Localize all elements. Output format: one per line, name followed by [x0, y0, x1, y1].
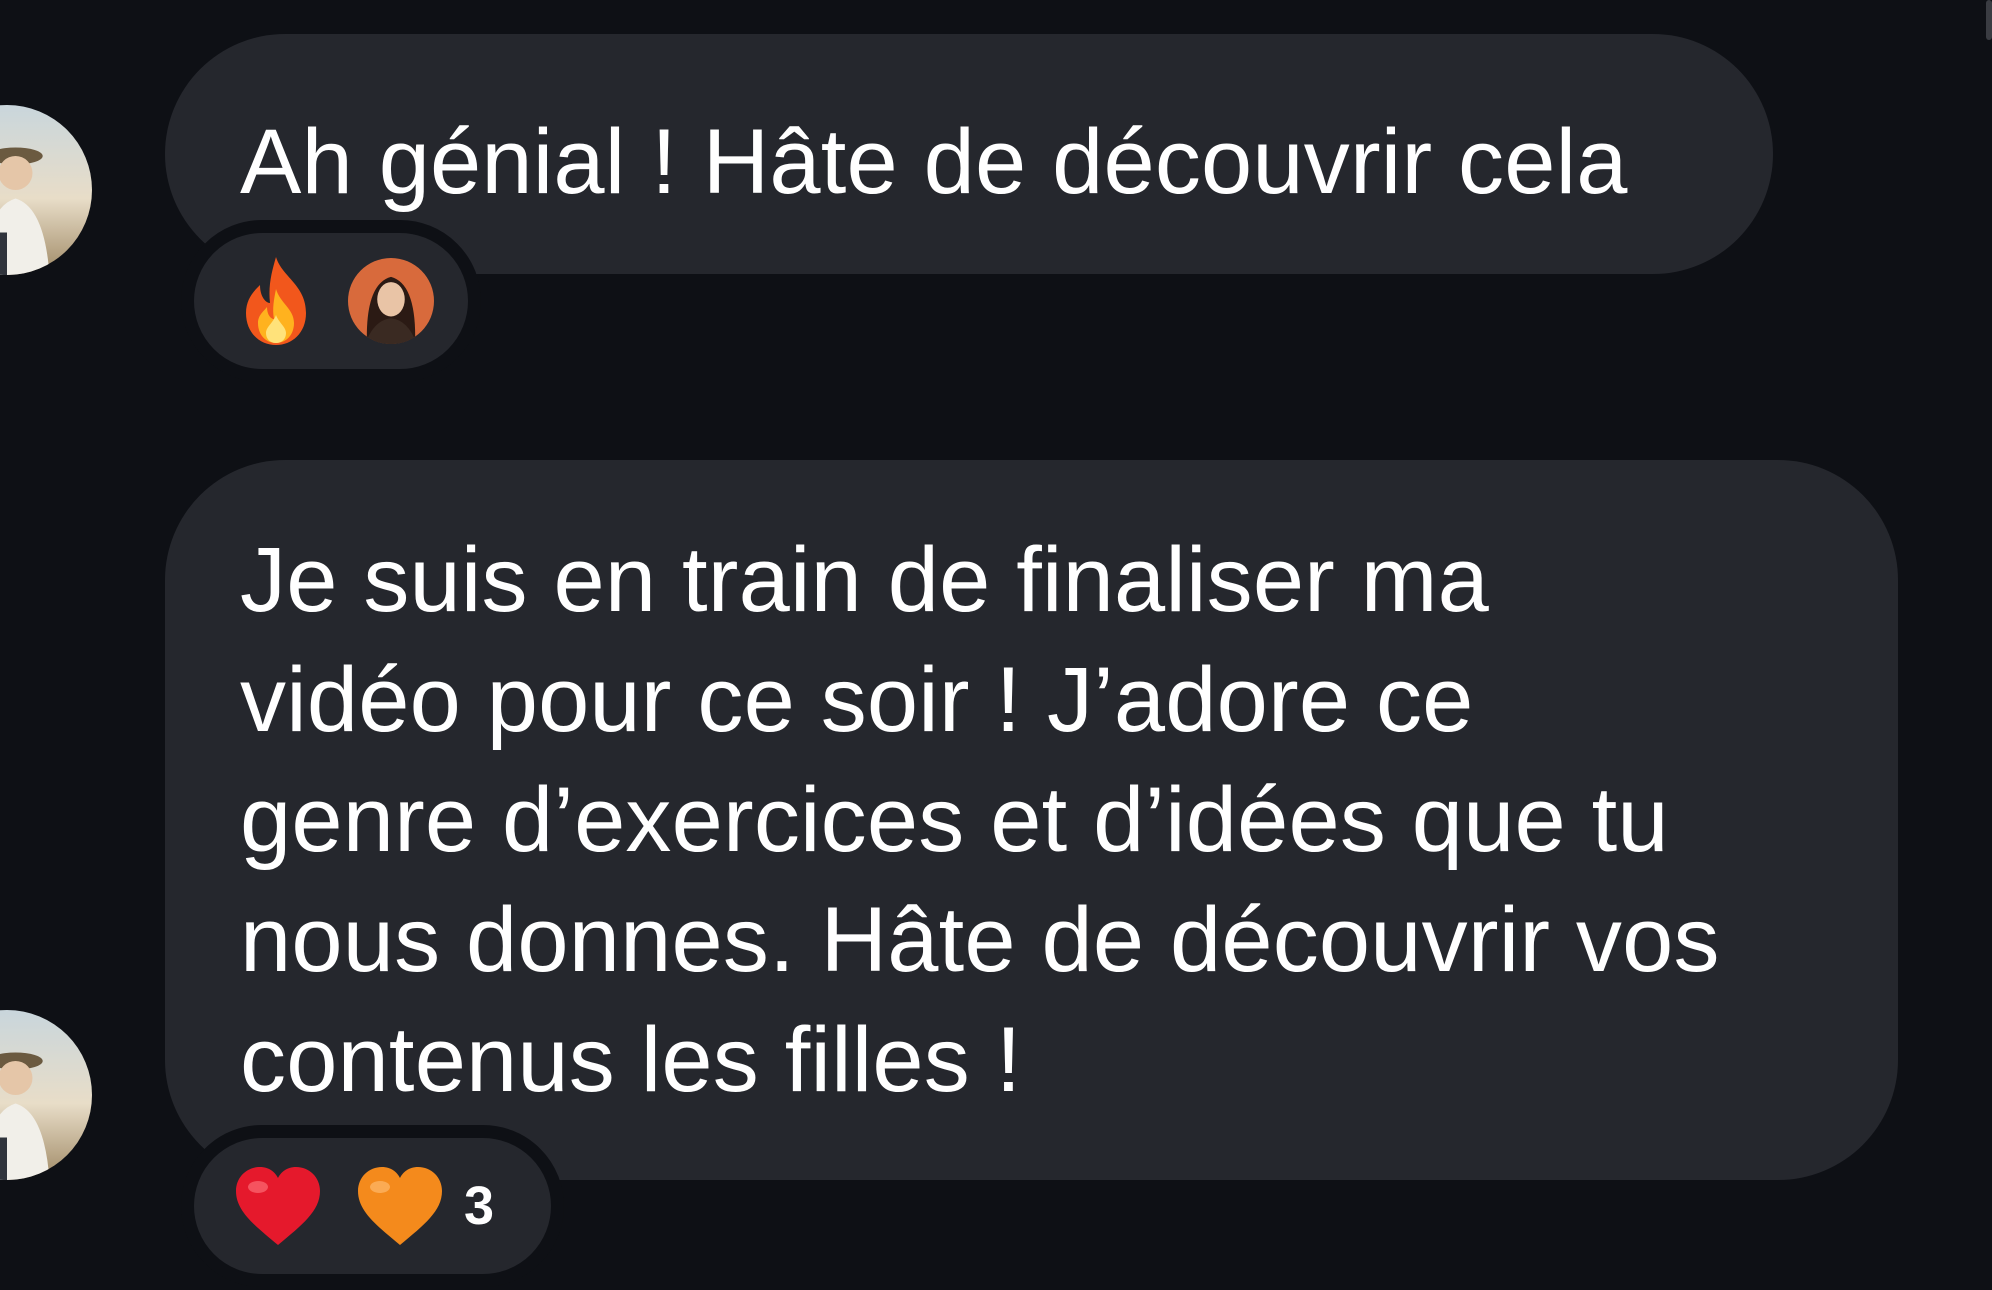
- fire-emoji-icon: [234, 255, 318, 347]
- sender-avatar[interactable]: [0, 1010, 92, 1180]
- message-text: Ah génial ! Hâte de découvrir cela: [240, 111, 1628, 213]
- red-heart-emoji-icon: [234, 1165, 322, 1247]
- message-bubble[interactable]: Je suis en train de finaliser ma vidéo p…: [165, 460, 1898, 1180]
- user-avatar-photo-icon: [0, 1010, 92, 1180]
- message-thread: Ah génial ! Hâte de découvrir cela Je su…: [0, 0, 1992, 1290]
- scrollbar-thumb[interactable]: [1986, 0, 1992, 40]
- reactor-avatar-icon: [348, 258, 434, 344]
- orange-heart-emoji-icon: [356, 1165, 444, 1247]
- reaction-count: 3: [464, 1176, 495, 1236]
- reaction-pill[interactable]: 3: [181, 1125, 564, 1287]
- reaction-pill[interactable]: [181, 220, 481, 382]
- sender-avatar[interactable]: [0, 105, 92, 275]
- user-avatar-photo-icon: [0, 105, 92, 275]
- message-text: Je suis en train de finaliser ma vidéo p…: [240, 529, 1720, 1111]
